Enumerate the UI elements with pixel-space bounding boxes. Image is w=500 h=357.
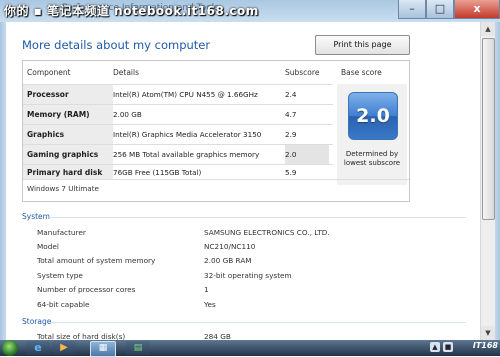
component-details: 256 MB Total available graphics memory — [113, 150, 260, 159]
close-button[interactable]: x — [454, 0, 500, 19]
content-area: More details about my computer Print thi… — [6, 22, 480, 340]
system-label: Number of processor cores — [37, 285, 136, 294]
component-subscore: 2.4 — [285, 90, 297, 99]
open-window-icon[interactable]: ▤ — [126, 341, 150, 355]
window-controls: – □ x — [398, 0, 500, 19]
divider — [23, 179, 409, 180]
tray-arrow-icon[interactable]: ▲ — [430, 342, 440, 352]
system-value: NC210/NC110 — [204, 242, 256, 251]
column-header-component: Component — [27, 68, 71, 77]
storage-value: 284 GB — [204, 332, 231, 340]
vertical-scrollbar[interactable]: ▲ ▼ — [480, 22, 495, 340]
start-button-icon[interactable] — [2, 340, 18, 356]
taskbar-watermark: IT168 — [472, 341, 498, 350]
score-table: Component Details Subscore Base score Pr… — [22, 60, 410, 202]
base-score-badge: 2.0 — [348, 92, 398, 140]
system-value: 32-bit operating system — [204, 271, 292, 280]
component-name: Gaming graphics — [23, 145, 113, 165]
control-panel-window-icon[interactable]: ▦ — [90, 341, 116, 357]
table-row: Processor Intel(R) Atom(TM) CPU N455 @ 1… — [23, 84, 333, 105]
system-label: Manufacturer — [37, 228, 86, 237]
column-header-subscore: Subscore — [285, 68, 320, 77]
component-details: Intel(R) Atom(TM) CPU N455 @ 1.66GHz — [113, 90, 258, 99]
component-subscore: 2.0 — [285, 145, 329, 165]
component-subscore: 2.9 — [285, 130, 297, 139]
windows-edition: Windows 7 Ultimate — [27, 184, 99, 193]
media-player-icon[interactable]: ▶ — [52, 341, 76, 355]
minimize-button[interactable]: – — [398, 0, 426, 19]
section-title-storage: Storage — [22, 317, 52, 326]
component-details: 2.00 GB — [113, 110, 142, 119]
print-button[interactable]: Print this page — [315, 35, 410, 55]
tray-app-icon[interactable]: ■ — [443, 342, 453, 352]
system-label: Model — [37, 242, 59, 251]
table-row: Gaming graphics 256 MB Total available g… — [23, 144, 333, 165]
divider — [50, 322, 466, 323]
base-score-panel: 2.0 Determined by lowest subscore — [337, 84, 407, 185]
system-label: System type — [37, 271, 83, 280]
base-score-note: Determined by lowest subscore — [343, 150, 401, 167]
table-row: Graphics Intel(R) Graphics Media Acceler… — [23, 124, 333, 145]
column-header-details: Details — [113, 68, 140, 77]
window-titlebar[interactable]: Performance Information and Tools 你的 ▪ 笔… — [0, 0, 500, 22]
maximize-button[interactable]: □ — [426, 0, 454, 19]
system-value: Yes — [204, 300, 216, 309]
watermark: 你的 ▪ 笔记本频道 notebook.it168.com — [4, 4, 259, 18]
table-row: Memory (RAM) 2.00 GB 4.7 — [23, 104, 333, 125]
divider — [50, 217, 466, 218]
system-label: Total amount of system memory — [37, 256, 156, 265]
column-header-base-score: Base score — [341, 68, 382, 77]
internet-explorer-icon[interactable]: e — [26, 341, 50, 355]
system-value: 2.00 GB RAM — [204, 256, 252, 265]
taskbar: e ▶ ▦ ▤ ▲ ■ IT168 — [0, 340, 500, 357]
component-details: Intel(R) Graphics Media Accelerator 3150 — [113, 130, 262, 139]
section-title-system: System — [22, 212, 50, 221]
component-subscore: 4.7 — [285, 110, 297, 119]
scroll-up-arrow-icon[interactable]: ▲ — [481, 22, 495, 36]
component-name: Memory (RAM) — [23, 105, 113, 125]
scrollbar-thumb[interactable] — [482, 38, 495, 220]
component-name: Primary hard disk — [23, 165, 113, 180]
system-value: SAMSUNG ELECTRONICS CO., LTD. — [204, 228, 330, 237]
scroll-down-arrow-icon[interactable]: ▼ — [481, 326, 495, 340]
page-title: More details about my computer — [22, 38, 211, 52]
component-name: Processor — [23, 85, 113, 105]
system-label: 64-bit capable — [37, 300, 90, 309]
table-row: Primary hard disk 76GB Free (115GB Total… — [23, 164, 333, 180]
component-subscore: 5.9 — [285, 168, 297, 177]
storage-label: Total size of hard disk(s) — [37, 332, 126, 340]
system-value: 1 — [204, 285, 209, 294]
component-name: Graphics — [23, 125, 113, 145]
component-details: 76GB Free (115GB Total) — [113, 168, 202, 177]
